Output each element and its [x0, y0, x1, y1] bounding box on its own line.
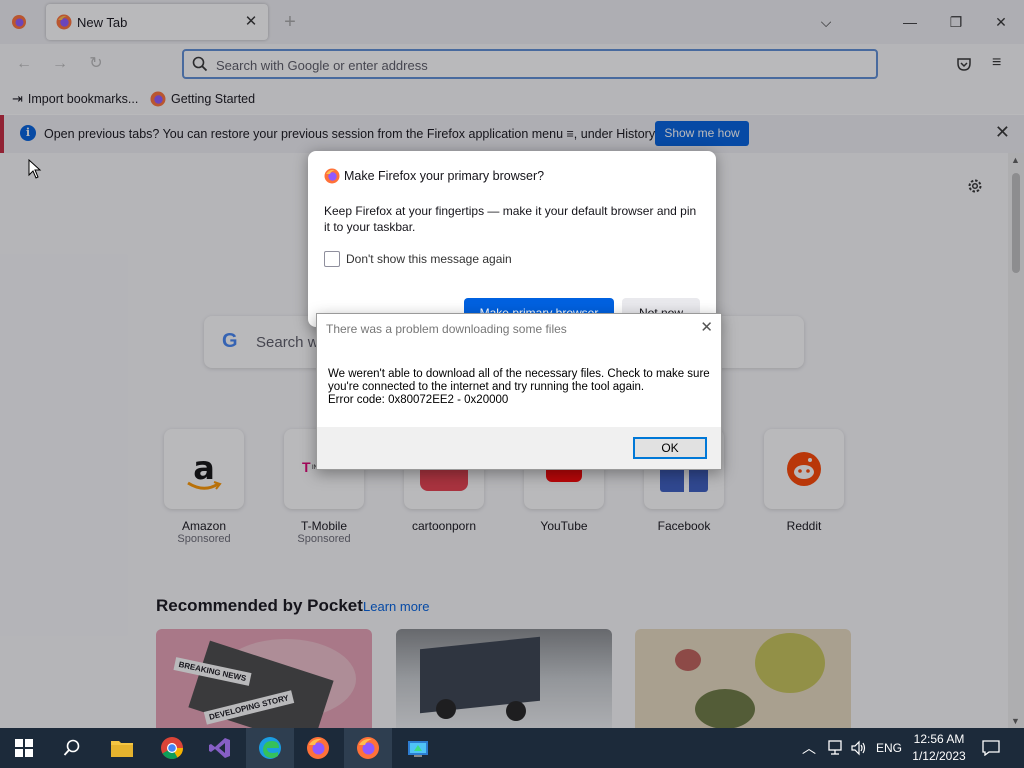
network-icon[interactable] — [826, 728, 844, 768]
default-browser-dialog: Make Firefox your primary browser? Keep … — [308, 151, 716, 328]
visual-studio-icon — [209, 738, 230, 758]
clock-time: 12:56 AM — [913, 732, 965, 746]
ok-button[interactable]: OK — [633, 437, 707, 459]
download-error-dialog: There was a problem downloading some fil… — [316, 313, 722, 470]
search-taskbar-button[interactable] — [48, 728, 96, 768]
media-creation-tool-button[interactable] — [394, 728, 442, 768]
clock-date: 1/12/2023 — [912, 749, 966, 763]
dialog-footer: OK — [317, 427, 721, 469]
dialog-title: There was a problem downloading some fil… — [326, 322, 567, 336]
edge-button[interactable] — [246, 728, 294, 768]
error-code: Error code: 0x80072EE2 - 0x20000 — [328, 394, 509, 406]
network-icon-glyph — [828, 740, 842, 755]
mouse-cursor-icon — [28, 159, 42, 179]
media-creation-tool-icon — [408, 741, 428, 757]
dialog-body: Keep Firefox at your fingertips — make i… — [324, 204, 697, 234]
firefox-taskbar-button[interactable] — [294, 728, 342, 768]
error-message: We weren't able to download all of the n… — [328, 368, 712, 407]
taskbar: ︿ ENG 12:56 AM 1/12/2023 — [0, 728, 1024, 768]
dialog-title: Make Firefox your primary browser? — [344, 169, 545, 183]
chrome-button[interactable] — [148, 728, 196, 768]
language-indicator[interactable]: ENG — [876, 728, 902, 768]
close-icon[interactable]: ✕ — [700, 318, 713, 336]
windows-icon — [15, 739, 33, 757]
clock[interactable]: 12:56 AM 1/12/2023 — [912, 731, 966, 765]
visual-studio-button[interactable] — [196, 728, 244, 768]
start-button[interactable] — [0, 728, 48, 768]
search-icon — [63, 739, 80, 756]
firefox-active-taskbar-button[interactable] — [344, 728, 392, 768]
action-center-icon — [982, 740, 1000, 756]
file-explorer-button[interactable] — [98, 728, 146, 768]
firefox-icon — [307, 737, 329, 759]
dont-show-label[interactable]: Don't show this message again — [346, 252, 512, 266]
speaker-icon — [851, 740, 866, 756]
chevron-up-icon: ︿ — [802, 740, 816, 756]
chrome-icon — [161, 737, 183, 759]
folder-icon — [111, 741, 133, 757]
firefox-icon — [324, 168, 340, 184]
edge-icon — [259, 737, 281, 759]
firefox-icon — [357, 737, 379, 759]
show-hidden-icons[interactable]: ︿ — [802, 728, 816, 768]
dont-show-checkbox[interactable] — [324, 251, 340, 267]
error-message-text: We weren't able to download all of the n… — [328, 368, 710, 393]
notifications-button[interactable] — [982, 728, 1000, 768]
volume-icon[interactable] — [850, 728, 868, 768]
